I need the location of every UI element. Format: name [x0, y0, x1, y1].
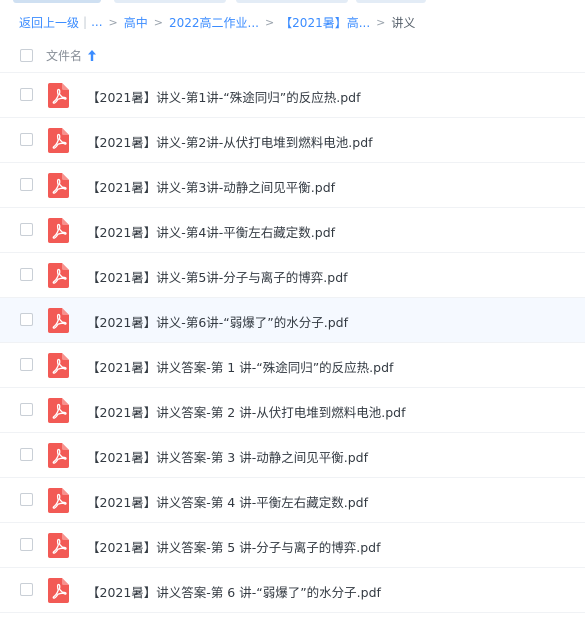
row-checkbox[interactable] [20, 493, 33, 506]
file-name-link[interactable]: 【2021暑】讲义答案-第 4 讲-平衡左右藏定数.pdf [87, 492, 368, 511]
pdf-icon [48, 578, 69, 603]
row-checkbox[interactable] [20, 538, 33, 551]
row-checkbox[interactable] [20, 313, 33, 326]
breadcrumb-separator-icon: > [264, 15, 275, 29]
pdf-icon [48, 308, 69, 333]
file-name-link[interactable]: 【2021暑】讲义-第5讲-分子与离子的博弈.pdf [87, 267, 348, 286]
file-row[interactable]: 【2021暑】讲义-第3讲-动静之间见平衡.pdf [0, 162, 585, 207]
back-link[interactable]: 返回上一级 [19, 14, 79, 31]
pdf-icon [48, 353, 69, 378]
top-tab[interactable] [13, 0, 101, 3]
file-row[interactable]: 【2021暑】讲义答案-第 4 讲-平衡左右藏定数.pdf [0, 477, 585, 522]
pdf-icon [48, 488, 69, 513]
breadcrumb-item[interactable]: 【2021暑】高... [280, 14, 370, 31]
row-checkbox[interactable] [20, 448, 33, 461]
select-all-checkbox[interactable] [20, 48, 33, 62]
file-name-link[interactable]: 【2021暑】讲义-第2讲-从伏打电堆到燃料电池.pdf [87, 132, 373, 151]
pdf-icon [48, 83, 69, 108]
pdf-icon [48, 218, 69, 243]
breadcrumb-current: 讲义 [391, 15, 416, 30]
row-checkbox[interactable] [20, 178, 33, 191]
breadcrumb-item[interactable]: 2022高二作业... [169, 14, 259, 31]
column-header-filename[interactable]: 文件名 [46, 47, 97, 64]
row-checkbox[interactable] [20, 358, 33, 371]
breadcrumb-separator-icon: > [108, 15, 118, 29]
file-row[interactable]: 【2021暑】讲义-第5讲-分子与离子的博弈.pdf [0, 252, 585, 297]
pdf-icon [48, 398, 69, 423]
file-row[interactable]: 【2021暑】讲义答案-第 2 讲-从伏打电堆到燃料电池.pdf [0, 387, 585, 432]
file-name-link[interactable]: 【2021暑】讲义答案-第 2 讲-从伏打电堆到燃料电池.pdf [87, 402, 405, 421]
file-name-link[interactable]: 【2021暑】讲义-第3讲-动静之间见平衡.pdf [87, 177, 335, 196]
list-divider [0, 612, 585, 613]
breadcrumb-item[interactable]: 高中 [124, 14, 148, 31]
file-name-link[interactable]: 【2021暑】讲义答案-第 5 讲-分子与离子的博弈.pdf [87, 537, 380, 556]
pdf-icon [48, 128, 69, 153]
breadcrumb-separator-icon: > [376, 15, 386, 29]
breadcrumb-separator-icon: > [153, 15, 163, 29]
file-browser: 返回上一级 | ... > 高中 > 2022高二作业... > 【2021暑】… [0, 0, 585, 634]
file-row[interactable]: 【2021暑】讲义-第4讲-平衡左右藏定数.pdf [0, 207, 585, 252]
file-name-link[interactable]: 【2021暑】讲义答案-第 1 讲-“殊途同归”的反应热.pdf [87, 357, 393, 376]
pdf-icon [48, 443, 69, 468]
breadcrumb-ellipsis[interactable]: ... [91, 15, 102, 29]
file-name-link[interactable]: 【2021暑】讲义答案-第 3 讲-动静之间见平衡.pdf [87, 447, 368, 466]
breadcrumb-divider: | [83, 15, 88, 29]
top-tab[interactable] [114, 0, 226, 3]
pdf-icon [48, 173, 69, 198]
file-row[interactable]: 【2021暑】讲义答案-第 5 讲-分子与离子的博弈.pdf [0, 522, 585, 567]
file-list: 【2021暑】讲义-第1讲-“殊途同归”的反应热.pdf 【2021暑】讲义-第… [0, 72, 585, 612]
file-row[interactable]: 【2021暑】讲义答案-第 3 讲-动静之间见平衡.pdf [0, 432, 585, 477]
breadcrumb: 返回上一级 | ... > 高中 > 2022高二作业... > 【2021暑】… [19, 12, 415, 32]
pdf-icon [48, 263, 69, 288]
file-name-link[interactable]: 【2021暑】讲义-第6讲-“弱爆了”的水分子.pdf [87, 312, 348, 331]
file-name-link[interactable]: 【2021暑】讲义答案-第 6 讲-“弱爆了”的水分子.pdf [87, 582, 381, 601]
column-header-label: 文件名 [46, 48, 83, 63]
top-tab[interactable] [236, 0, 348, 3]
list-header: 文件名 [0, 40, 585, 70]
row-checkbox[interactable] [20, 133, 33, 146]
file-name-link[interactable]: 【2021暑】讲义-第4讲-平衡左右藏定数.pdf [87, 222, 335, 241]
row-checkbox[interactable] [20, 223, 33, 236]
row-checkbox[interactable] [20, 583, 33, 596]
pdf-icon [48, 533, 69, 558]
row-checkbox[interactable] [20, 403, 33, 416]
top-tab-strip [0, 0, 585, 3]
file-row[interactable]: 【2021暑】讲义-第1讲-“殊途同归”的反应热.pdf [0, 72, 585, 117]
file-row[interactable]: 【2021暑】讲义-第2讲-从伏打电堆到燃料电池.pdf [0, 117, 585, 162]
sort-ascending-arrow-icon[interactable] [88, 49, 97, 61]
file-row[interactable]: 【2021暑】讲义-第6讲-“弱爆了”的水分子.pdf [0, 297, 585, 342]
row-checkbox[interactable] [20, 88, 33, 101]
top-tab[interactable] [356, 0, 426, 3]
file-row[interactable]: 【2021暑】讲义答案-第 6 讲-“弱爆了”的水分子.pdf [0, 567, 585, 612]
file-name-link[interactable]: 【2021暑】讲义-第1讲-“殊途同归”的反应热.pdf [87, 87, 360, 106]
file-row[interactable]: 【2021暑】讲义答案-第 1 讲-“殊途同归”的反应热.pdf [0, 342, 585, 387]
row-checkbox[interactable] [20, 268, 33, 281]
